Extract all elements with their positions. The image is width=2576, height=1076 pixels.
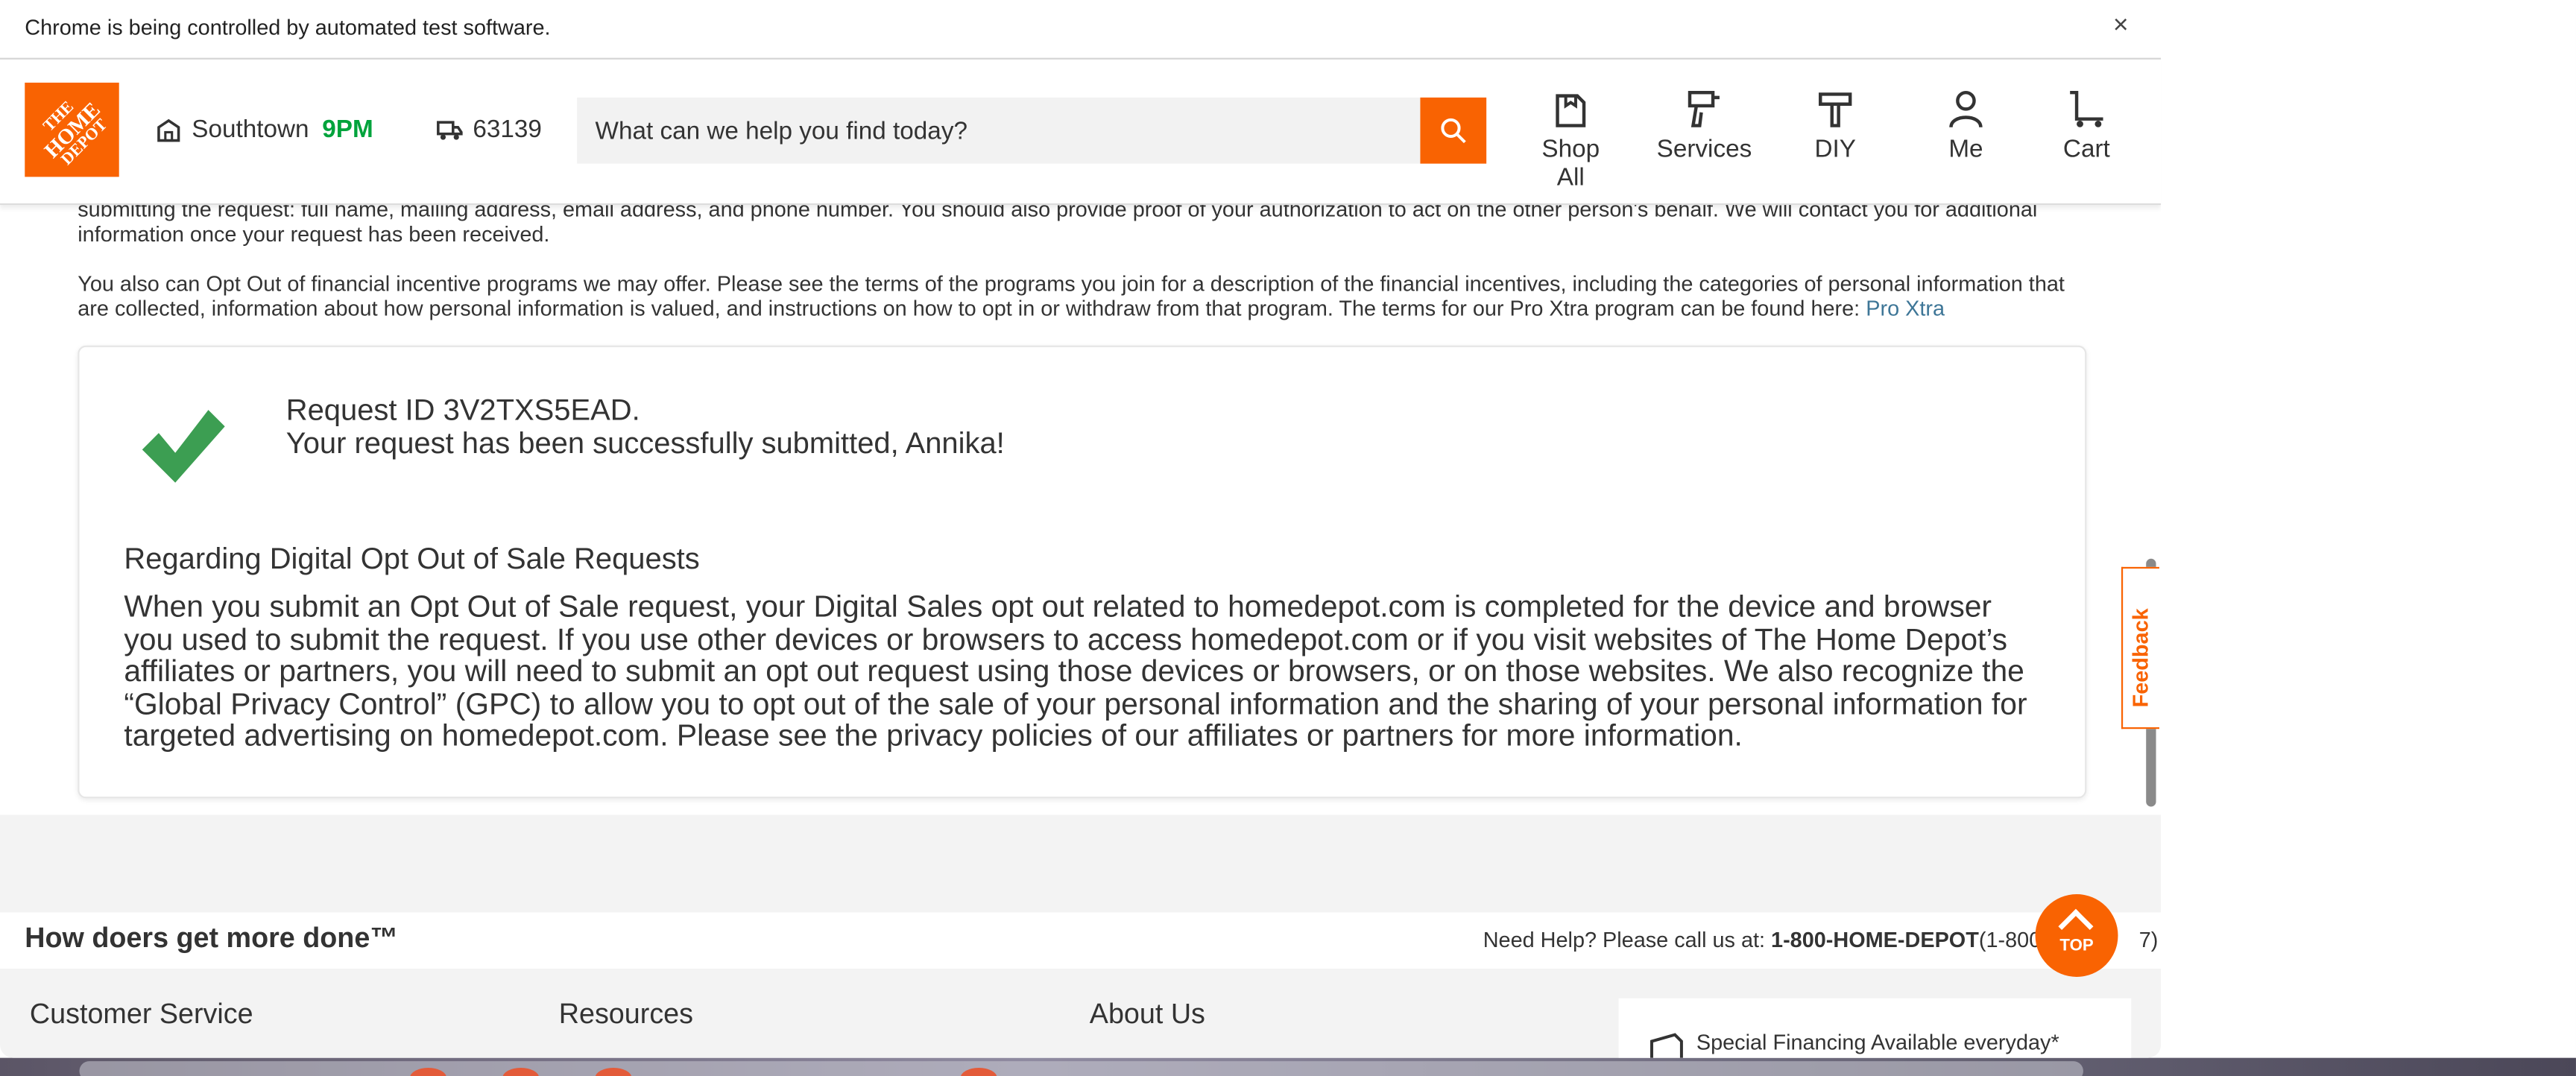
nav-label: Shop All [1541, 135, 1600, 192]
nav-cart[interactable]: Cart [2062, 89, 2112, 164]
automation-infobar: Chrome is being controlled by automated … [0, 0, 2162, 60]
cart-icon [2070, 91, 2103, 127]
nav-shop-all[interactable]: Shop All [1526, 89, 1615, 192]
services-icon [1688, 91, 1720, 127]
request-success-message: Your request has been successfully submi… [285, 426, 1005, 460]
footer-columns: Customer Service Resources About Us Spec… [0, 968, 2162, 1058]
nav-me[interactable]: Me [1946, 89, 1986, 164]
close-icon[interactable]: × [2113, 12, 2129, 42]
zip-code: 63139 [473, 115, 542, 144]
search-button[interactable] [1420, 97, 1487, 164]
nav-diy[interactable]: DIY [1812, 89, 1858, 164]
store-icon [157, 118, 180, 142]
help-prefix: Need Help? Please call us at: [1483, 927, 1772, 952]
nav-label: Services [1656, 135, 1752, 164]
help-phone[interactable]: 1-800-HOME-DEPOT [1771, 927, 1979, 952]
nav-label: Me [1948, 135, 1983, 164]
home-depot-logo[interactable]: THE HOME DEPOT [25, 82, 119, 177]
special-financing-promo[interactable]: Special Financing Available everyday* [1618, 998, 2132, 1058]
footer-tagline: How doers get more done™ [25, 922, 399, 954]
store-hours: 9PM [322, 115, 373, 144]
financing-text: Special Financing Available everyday* [1696, 1029, 2059, 1055]
privacy-request-content: submitting the request: full name, maili… [14, 197, 2147, 815]
delivery-zip-selector[interactable]: 63139 [437, 115, 542, 144]
footer-spacer [0, 814, 2162, 913]
nav-label: DIY [1814, 135, 1856, 164]
back-to-top-button[interactable]: TOP [2035, 894, 2118, 977]
digital-opt-out-body: When you submit an Opt Out of Sale reque… [124, 588, 2027, 753]
request-id: Request ID 3V2TXS5EAD. [285, 393, 640, 427]
store-selector[interactable]: Southtown 9PM [156, 115, 373, 144]
truck-icon [437, 120, 463, 139]
browser-window: Chrome is being controlled by automated … [0, 0, 2162, 1058]
dock [79, 1061, 2083, 1076]
search-icon [1441, 118, 1466, 144]
request-confirmation-card: Request ID 3V2TXS5EAD. Your request has … [78, 345, 2087, 799]
financial-incentive-paragraph: You also can Opt Out of financial incent… [78, 271, 2086, 321]
top-label: TOP [2059, 937, 2094, 956]
shop-all-icon [1556, 94, 1586, 127]
infobar-text: Chrome is being controlled by automated … [25, 14, 551, 40]
screen: Chrome is being controlled by automated … [0, 0, 2576, 1076]
nav-services[interactable]: Services [1656, 89, 1752, 164]
digital-opt-out-heading: Regarding Digital Opt Out of Sale Reques… [124, 542, 700, 575]
nav-label: Cart [2062, 135, 2110, 164]
pro-xtra-link[interactable]: Pro Xtra [1866, 296, 1945, 320]
feedback-tab[interactable]: Feedback [2121, 566, 2159, 730]
user-icon [1949, 91, 1983, 128]
help-tail: 7) [2138, 927, 2159, 952]
credit-card-icon [1650, 1033, 1683, 1058]
checkmark-icon [142, 410, 225, 483]
store-name: Southtown [192, 115, 309, 144]
diy-icon [1819, 92, 1852, 127]
site-header: THE HOME DEPOT Southtown 9PM 63139 S [0, 59, 2162, 206]
footer-col-about-us[interactable]: About Us [1090, 999, 1205, 1031]
footer-col-resources[interactable]: Resources [559, 999, 693, 1031]
feedback-label: Feedback [2127, 608, 2153, 708]
footer-col-customer-service[interactable]: Customer Service [30, 999, 253, 1031]
financial-incentive-text: You also can Opt Out of financial incent… [78, 270, 2065, 321]
search-input[interactable] [577, 97, 1421, 164]
footer-help-bar: How doers get more done™ Need Help? Plea… [0, 912, 2162, 969]
